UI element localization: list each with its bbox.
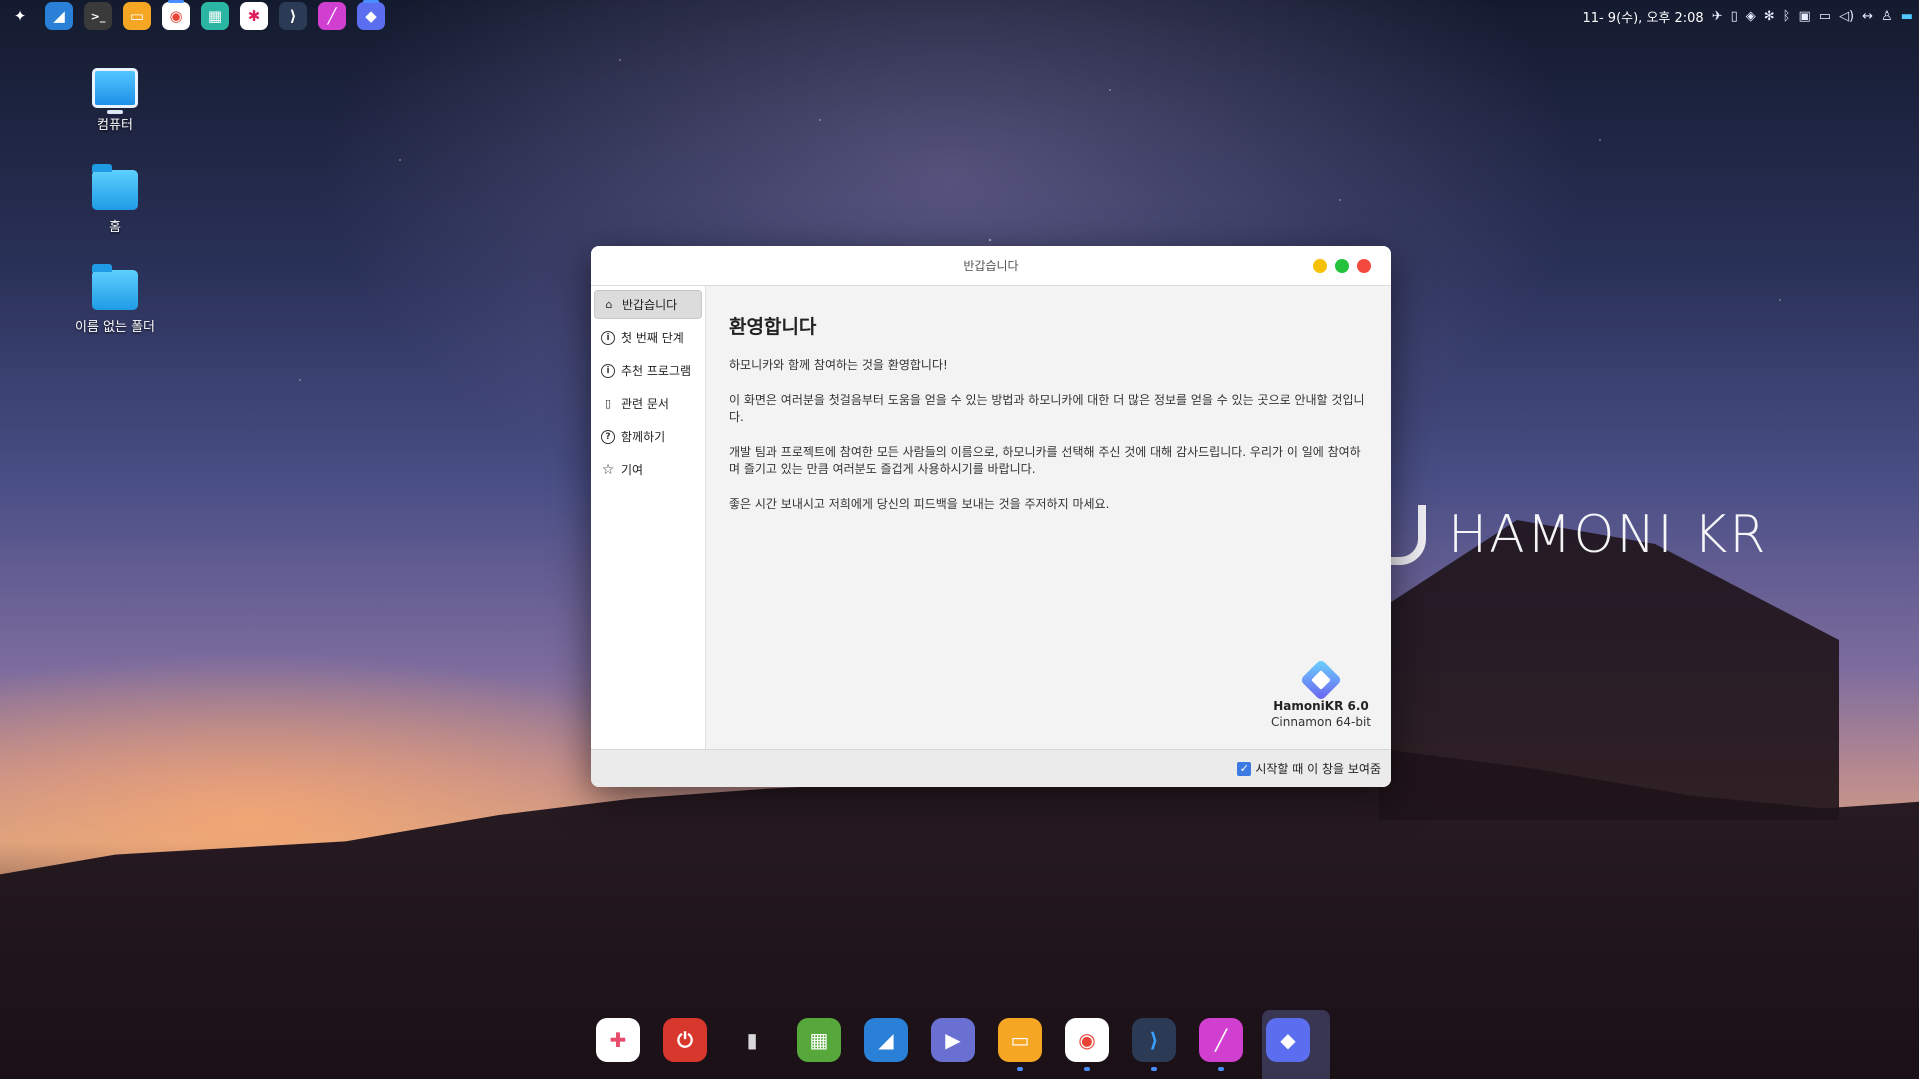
desktop-icon-computer[interactable]: 컴퓨터 [60, 68, 170, 133]
bluetooth-icon[interactable]: ᛒ [1783, 9, 1791, 24]
sidebar-item-welcome[interactable]: ⌂ 반갑습니다 [594, 290, 702, 319]
desktop-icon-label: 홈 [109, 220, 121, 235]
vscode-icon[interactable]: ⟩ [279, 2, 307, 30]
content-pane: 환영합니다 하모니카와 함께 참여하는 것을 환영합니다! 이 화면은 여러분을… [706, 286, 1391, 749]
clipboard-icon[interactable]: ▯ [1731, 9, 1738, 24]
edition-name: Cinnamon 64-bit [1271, 715, 1371, 729]
files-icon[interactable]: ▭ [123, 2, 151, 30]
sidebar-item-documentation[interactable]: ▯ 관련 문서 [594, 389, 702, 418]
sidebar-item-label: 첫 번째 단계 [621, 331, 684, 345]
files-icon[interactable]: ▭ [998, 1018, 1042, 1071]
show-on-startup-checkbox[interactable]: ✓ [1237, 761, 1252, 776]
window-title: 반갑습니다 [963, 259, 1019, 273]
power-icon[interactable]: ⏻ [663, 1018, 707, 1062]
hamonikr-app-icon[interactable]: ◆ [1266, 1018, 1310, 1062]
chrome-icon[interactable]: ◉ [1065, 1018, 1109, 1071]
help-icon: ? [601, 429, 615, 444]
desktop-icon-home[interactable]: 홈 [60, 164, 170, 235]
vscode-icon[interactable]: ⟩ [1132, 1018, 1176, 1071]
sidebar-item-label: 반갑습니다 [622, 298, 678, 312]
sidebar-item-contribute[interactable]: ☆ 기여 [594, 455, 702, 484]
clock-text[interactable]: 11- 9(수), 오후 2:08 [1582, 7, 1703, 26]
bird-app-icon[interactable]: ◢ [864, 1018, 908, 1062]
welcome-window: 반갑습니다 ⌂ 반갑습니다 i 첫 번째 단계 i 추천 프로그램 ▯ 관련 문… [591, 246, 1391, 787]
trash-icon[interactable]: ▮ [730, 1018, 774, 1062]
wallpaper-brand-text: HAMONI KR [1448, 505, 1768, 565]
window-body: ⌂ 반갑습니다 i 첫 번째 단계 i 추천 프로그램 ▯ 관련 문서 ? 함께… [591, 286, 1391, 749]
info-icon: i [601, 330, 615, 345]
hamonikr-app-icon[interactable]: ◆ [357, 0, 385, 30]
wallpaper-logo-mark [1390, 505, 1426, 565]
desktop-icon-label: 이름 없는 폴더 [74, 320, 156, 335]
paragraph: 개발 팀과 프로젝트에 참여한 모든 사람들의 이름으로, 하모니카를 선택해 … [729, 445, 1361, 476]
media-app-icon[interactable]: ✚ [596, 1018, 640, 1062]
input-method-icon[interactable]: ▣ [1798, 9, 1810, 24]
folder-icon [92, 264, 138, 310]
terminal-icon[interactable]: >_ [84, 2, 112, 30]
display-icon[interactable]: ▭ [1819, 9, 1831, 24]
show-on-startup-label[interactable]: 시작할 때 이 창을 보여줌 [1255, 760, 1381, 777]
minimize-button[interactable] [1313, 259, 1327, 273]
home-folder-icon [92, 164, 138, 210]
user-icon[interactable]: ♙ [1881, 9, 1893, 24]
network-icon[interactable]: ✈ [1712, 9, 1723, 24]
settings-icon[interactable]: ✻ [1764, 9, 1775, 24]
sidebar: ⌂ 반갑습니다 i 첫 번째 단계 i 추천 프로그램 ▯ 관련 문서 ? 함께… [591, 286, 706, 749]
shield-icon[interactable]: ◈ [1746, 9, 1756, 24]
software-center-icon[interactable]: ▦ [797, 1018, 841, 1062]
arrows-icon[interactable]: ↔ [1862, 9, 1873, 24]
info-icon: i [601, 363, 615, 378]
paragraph: 좋은 시간 보내시고 저희에게 당신의 피드백을 보내는 것을 주저하지 마세요… [729, 497, 1110, 511]
sidebar-item-together[interactable]: ? 함께하기 [594, 422, 702, 451]
desktop-icon-unnamed-folder[interactable]: 이름 없는 폴더 [60, 264, 170, 335]
volume-icon[interactable]: ◁) [1839, 9, 1854, 24]
bird-app-icon[interactable]: ◢ [45, 2, 73, 30]
video-player-icon[interactable]: ▶ [931, 1018, 975, 1062]
version-info: HamoniKR 6.0 Cinnamon 64-bit [1271, 658, 1371, 729]
close-button[interactable] [1357, 259, 1371, 273]
pen-app-icon[interactable]: ╱ [318, 2, 346, 30]
sidebar-item-label: 관련 문서 [621, 397, 669, 411]
wallpaper-hill-right [1379, 520, 1839, 820]
chrome-icon[interactable]: ◉ [162, 0, 190, 30]
paragraph: 이 화면은 여러분을 첫걸음부터 도움을 얻을 수 있는 방법과 하모니카에 대… [729, 393, 1365, 424]
window-controls [1313, 259, 1371, 273]
computer-icon [92, 68, 138, 114]
window-titlebar[interactable]: 반갑습니다 [591, 246, 1391, 286]
window-footer: ✓ 시작할 때 이 창을 보여줌 [591, 749, 1391, 787]
top-panel: ✦ ◢ >_ ▭ ◉ ▦ ✱ ⟩ ╱ ◆ 11- 9(수), 오후 2:08 ✈… [0, 0, 1919, 32]
maximize-button[interactable] [1335, 259, 1349, 273]
pen-app-icon[interactable]: ╱ [1199, 1018, 1243, 1071]
sidebar-item-first-steps[interactable]: i 첫 번째 단계 [594, 323, 702, 352]
sidebar-item-label: 추천 프로그램 [621, 364, 692, 378]
desktop-icon-label: 컴퓨터 [97, 118, 133, 133]
version-name: HamoniKR 6.0 [1273, 699, 1369, 713]
hamonikr-logo-icon [1299, 658, 1343, 702]
sidebar-item-label: 함께하기 [621, 430, 666, 444]
home-icon: ⌂ [605, 298, 613, 311]
paragraph: 하모니카와 함께 참여하는 것을 환영합니다! [729, 358, 948, 372]
sidebar-item-recommended-apps[interactable]: i 추천 프로그램 [594, 356, 702, 385]
calculator-icon[interactable]: ▦ [201, 2, 229, 30]
page-title: 환영합니다 [729, 316, 817, 338]
hamonikr-menu-icon[interactable]: ✦ [6, 2, 34, 30]
sidebar-item-label: 기여 [621, 463, 644, 477]
slack-icon[interactable]: ✱ [240, 2, 268, 30]
show-desktop-icon[interactable]: ▬ [1901, 9, 1913, 24]
dock: ✚ ⏻ ▮ ▦ ◢ ▶ ▭ ◉ ⟩ ╱ ◆ [596, 1018, 1310, 1071]
system-tray: 11- 9(수), 오후 2:08 ✈ ▯ ◈ ✻ ᛒ ▣ ▭ ◁) ↔ ♙ ▬ [1582, 7, 1913, 26]
top-panel-launchers: ✦ ◢ >_ ▭ ◉ ▦ ✱ ⟩ ╱ ◆ [6, 0, 385, 30]
star-icon: ☆ [601, 461, 615, 478]
book-icon: ▯ [604, 397, 612, 410]
